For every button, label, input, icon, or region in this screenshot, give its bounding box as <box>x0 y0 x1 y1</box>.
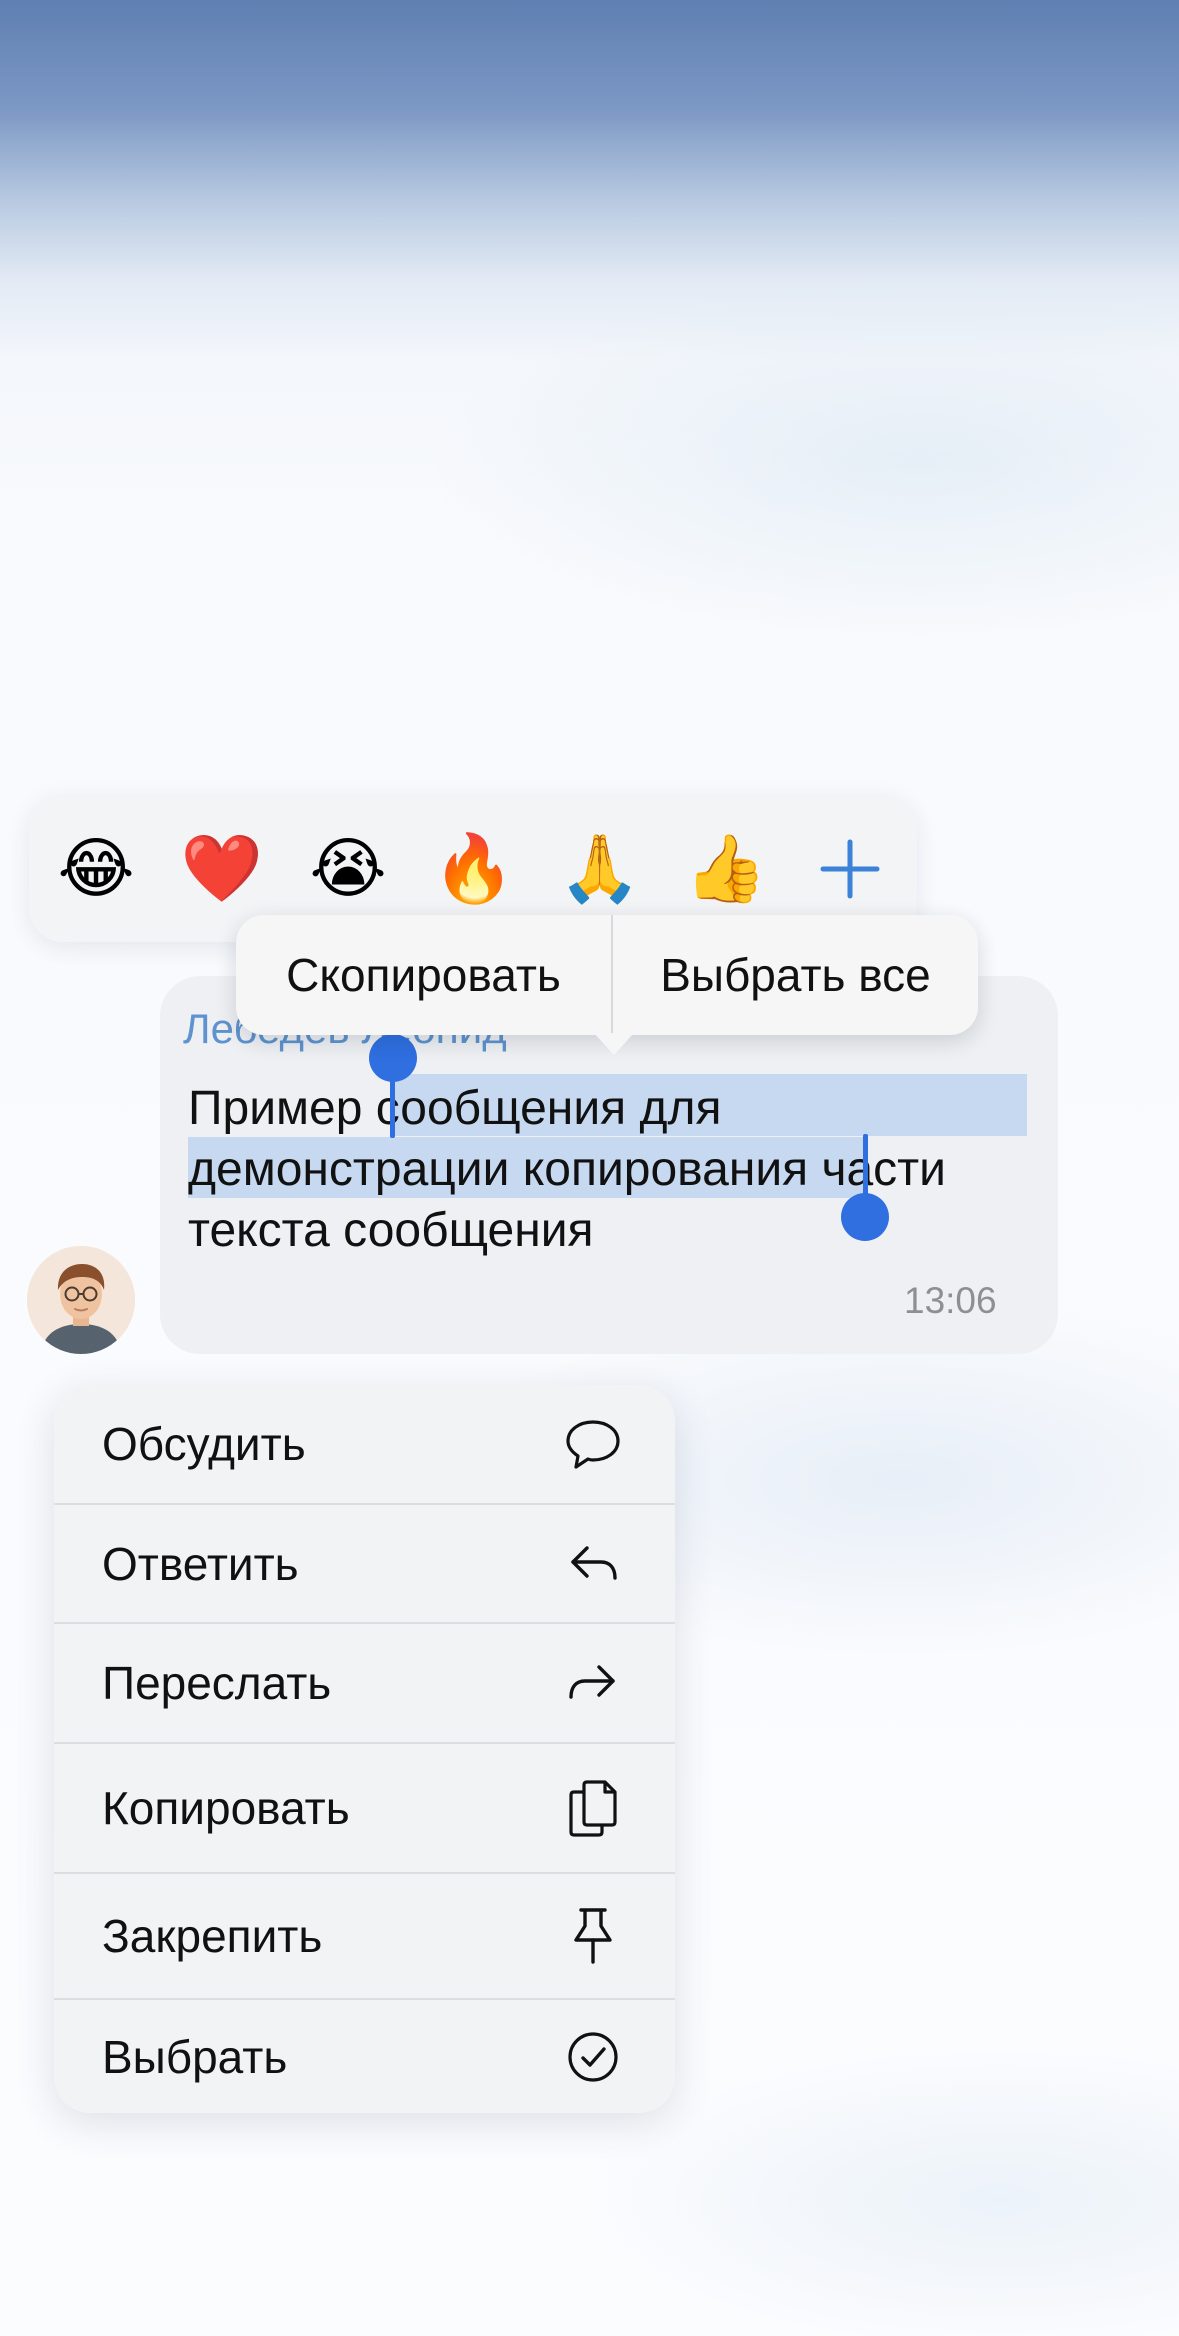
menu-item-label: Ответить <box>102 1537 299 1590</box>
popup-arrow <box>594 1033 634 1055</box>
menu-item-label: Закрепить <box>102 1910 323 1962</box>
reaction-tears-of-joy[interactable]: 😂 <box>33 795 159 942</box>
menu-item-forward[interactable]: Переслать <box>54 1624 675 1744</box>
avatar[interactable] <box>27 1246 135 1354</box>
menu-item-label: Переслать <box>102 1657 332 1709</box>
select-all-button[interactable]: Выбрать все <box>613 915 978 1035</box>
menu-item-reply[interactable]: Ответить <box>54 1505 675 1624</box>
speech-bubble-icon <box>563 1414 623 1474</box>
forward-arrow-icon <box>563 1653 623 1713</box>
selection-start-caret <box>390 1070 395 1138</box>
menu-item-select[interactable]: Выбрать <box>54 2000 675 2113</box>
menu-item-label: Выбрать <box>102 2030 288 2083</box>
plus-icon <box>820 839 880 898</box>
menu-item-label: Обсудить <box>102 1418 306 1470</box>
pin-icon <box>563 1906 623 1966</box>
selection-end-handle[interactable] <box>841 1193 889 1241</box>
checkmark-circle-icon <box>563 2027 623 2087</box>
text-selection-popup: Скопировать Выбрать все <box>236 915 978 1035</box>
menu-item-label: Копировать <box>102 1782 350 1834</box>
reply-arrow-icon <box>563 1534 623 1594</box>
message-text[interactable]: Пример сообщения для демонстрации копиро… <box>188 1078 1048 1261</box>
message-text-before: Пример <box>188 1082 376 1135</box>
user-avatar-icon <box>27 1246 135 1354</box>
menu-item-pin[interactable]: Закрепить <box>54 1874 675 2000</box>
message-context-menu: Обсудить Ответить Переслать Копировать З… <box>54 1385 675 2113</box>
menu-item-discuss[interactable]: Обсудить <box>54 1385 675 1505</box>
copy-documents-icon <box>563 1778 623 1838</box>
copy-selection-button[interactable]: Скопировать <box>236 915 611 1035</box>
menu-item-copy[interactable]: Копировать <box>54 1744 675 1874</box>
message-time: 13:06 <box>904 1280 997 1321</box>
